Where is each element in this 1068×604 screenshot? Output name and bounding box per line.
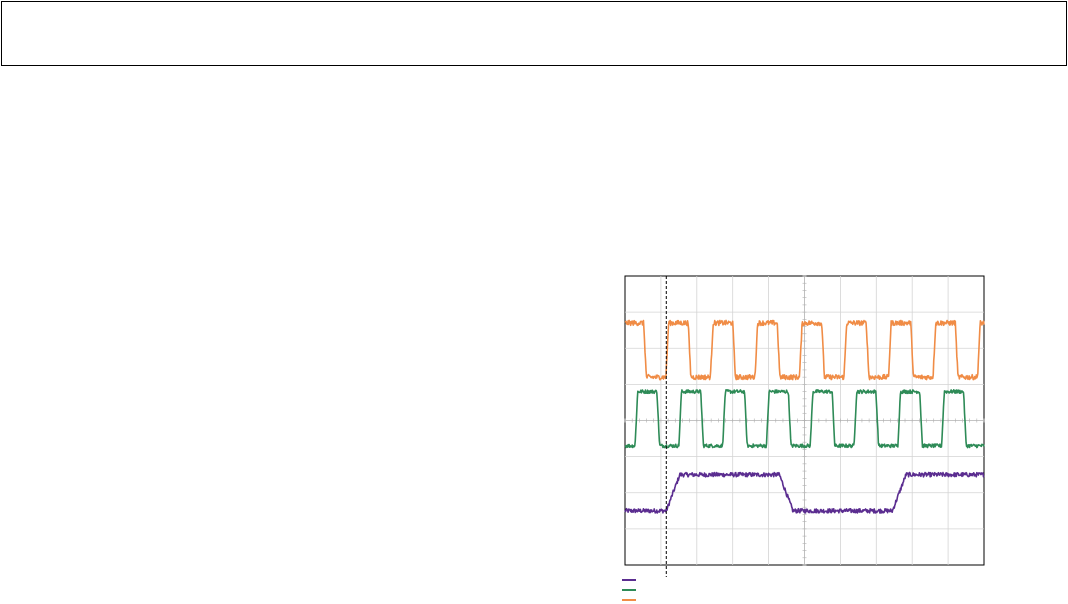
legend-item-1 <box>620 574 820 584</box>
legend-swatch-1 <box>622 579 636 581</box>
oscilloscope-chart <box>624 275 985 577</box>
legend-item-3 <box>620 594 820 604</box>
header-box <box>1 1 1067 66</box>
legend-item-2 <box>620 584 820 594</box>
legend-swatch-3 <box>622 599 636 601</box>
legend-swatch-2 <box>622 589 636 591</box>
legend <box>620 574 820 604</box>
